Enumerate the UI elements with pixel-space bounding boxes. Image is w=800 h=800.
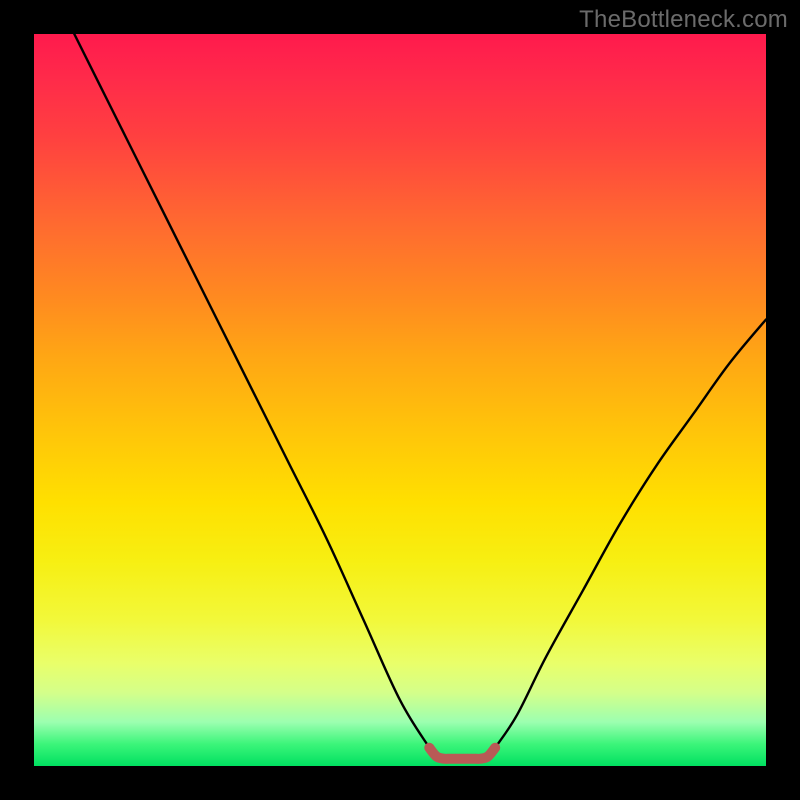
bottom-marker-segment	[429, 748, 495, 759]
chart-curves	[34, 34, 766, 766]
curve-left-branch	[74, 34, 429, 748]
curve-right-branch	[495, 320, 766, 748]
watermark-text: TheBottleneck.com	[579, 6, 788, 34]
chart-frame: TheBottleneck.com	[0, 0, 800, 800]
plot-area	[34, 34, 766, 766]
